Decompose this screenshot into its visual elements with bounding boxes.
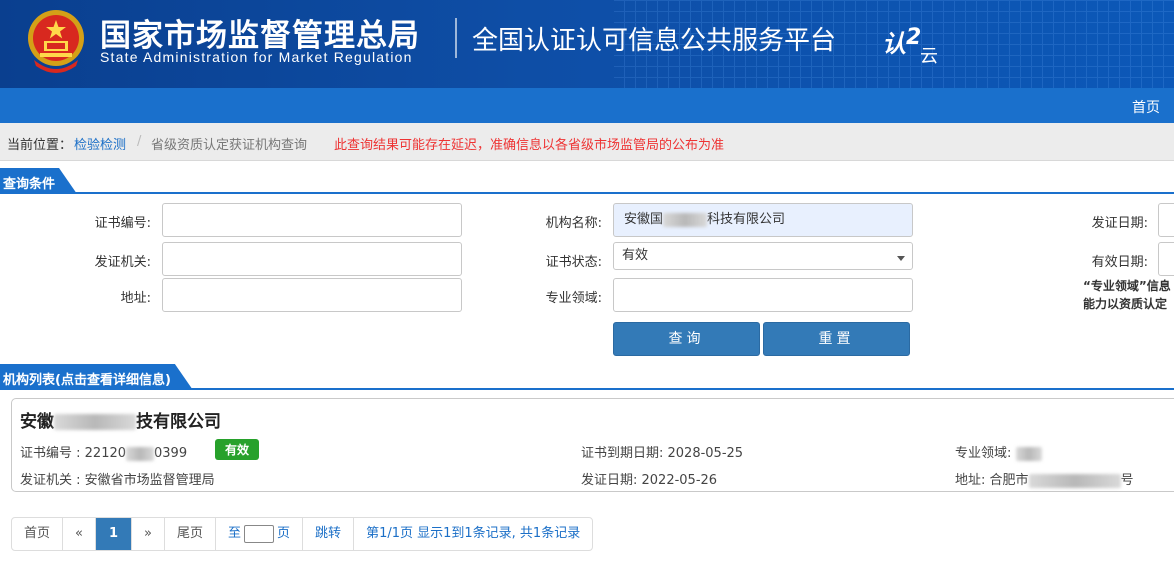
breadcrumb-link-inspection[interactable]: 检验检测 — [74, 134, 126, 153]
status-select-value: 有效 — [622, 248, 649, 263]
org-name-value-suffix: 科技有限公司 — [707, 212, 786, 227]
field-note-line2: 能力以资质认定 — [1083, 297, 1168, 311]
cert-no-input[interactable] — [162, 203, 462, 237]
reset-button[interactable]: 重置 — [763, 322, 910, 356]
breadcrumb-current: 省级资质认定获证机构查询 — [151, 138, 308, 153]
national-emblem-icon — [28, 10, 84, 73]
valid-date-input[interactable] — [1158, 242, 1174, 276]
org-name-input[interactable]: 安徽国 科技有限公司 — [613, 203, 913, 237]
pager-jump-button[interactable]: 跳转 — [303, 518, 355, 550]
result-issuer: 发证机关 : 安徽省市场监督管理局 — [20, 469, 215, 488]
field-label: 专业领域: — [545, 291, 602, 306]
result-issue-date-label: 发证日期: — [581, 473, 642, 488]
result-org-suffix: 技有限公司 — [136, 412, 221, 432]
result-issue-date: 发证日期: 2022-05-26 — [581, 469, 717, 488]
result-issuer-value: 安徽省市场监督管理局 — [84, 473, 215, 488]
svg-text:认: 认 — [882, 30, 906, 58]
platform-title: 全国认证认可信息公共服务平台 — [472, 26, 837, 56]
result-field: 专业领域: — [955, 442, 1042, 461]
result-cert-no-suffix: 0399 — [154, 446, 188, 461]
result-expiry-label: 证书到期日期: — [581, 446, 668, 461]
status-badge: 有效 — [215, 439, 260, 460]
result-address: 地址: 合肥市 号 — [955, 469, 1134, 488]
delay-warning: 此查询结果可能存在延迟，准确信息以各省级市场监管局的公布为准 — [334, 138, 725, 153]
result-address-prefix: 合肥市 — [989, 473, 1029, 488]
redacted-mask — [663, 212, 708, 227]
nav-home-link[interactable]: 首页 — [1132, 97, 1160, 117]
renyun-logo: 认 2 云 — [882, 25, 938, 66]
pager-summary: 第1/1页 显示1到1条记录, 共1条记录 — [366, 526, 581, 541]
result-field-label: 专业领域: — [955, 446, 1016, 461]
result-cert-no: 证书编号 : 22120 0399 — [20, 442, 187, 461]
result-org-prefix: 安徽 — [20, 412, 54, 432]
org-name-value-prefix: 安徽国 — [624, 212, 664, 227]
breadcrumb: 当前位置： 检验检测 / 省级资质认定获证机构查询 此查询结果可能存在延迟，准确… — [0, 123, 1174, 161]
pager-first[interactable]: 首页 — [12, 518, 64, 550]
result-cert-no-label: 证书编号 : — [20, 446, 85, 461]
pager-next[interactable]: » — [132, 518, 165, 550]
pager-goto-suffix: 页 — [277, 526, 291, 541]
top-nav: 首页 — [0, 88, 1174, 123]
result-address-suffix: 号 — [1120, 473, 1134, 488]
valid-date-label: 有效日期: — [1091, 255, 1148, 270]
issue-date-label: 发证日期: — [1091, 216, 1148, 231]
site-header: 国家市场监督管理总局 State Administration for Mark… — [0, 0, 1174, 88]
pager-page-1[interactable]: 1 — [95, 518, 133, 550]
address-input[interactable] — [162, 278, 462, 312]
result-card[interactable]: 安徽 技有限公司 证书编号 : 22120 0399 有效 证书到期日期: 2028… — [11, 398, 1174, 492]
pagination: 首页 « 1 » 尾页 至页 跳转 第1/1页 显示1到1条记录, 共1条记录 — [11, 517, 594, 551]
pager-prev[interactable]: « — [63, 518, 96, 550]
pager-last[interactable]: 尾页 — [165, 518, 217, 550]
result-issuer-label: 发证机关 : — [20, 473, 85, 488]
redacted-mask — [54, 414, 136, 430]
issuer-label: 发证机关: — [94, 255, 151, 270]
result-expiry: 证书到期日期: 2028-05-25 — [581, 442, 743, 461]
issuer-input[interactable] — [162, 242, 462, 276]
results-section-header: 机构列表(点击查看详细信息) — [0, 361, 1174, 390]
result-cert-no-prefix: 22120 — [84, 446, 127, 461]
result-address-label: 地址: — [955, 473, 990, 488]
redacted-mask — [1015, 446, 1042, 461]
result-issue-date-value: 2022-05-26 — [641, 473, 718, 488]
pager-goto: 至页 — [216, 518, 304, 550]
breadcrumb-separator: / — [137, 134, 142, 149]
header-divider — [455, 18, 457, 58]
goto-page-input[interactable] — [244, 524, 275, 543]
cert-no-label: 证书编号: — [94, 216, 151, 231]
query-section-header: 查询条件 — [0, 165, 1174, 194]
org-name-label: 机构名称: — [545, 216, 602, 231]
result-org-name: 安徽 技有限公司 — [20, 407, 221, 432]
field-note-line1: “专业领域”信息 — [1083, 279, 1171, 293]
redacted-mask — [126, 446, 155, 461]
breadcrumb-label: 当前位置： — [7, 138, 73, 153]
status-select[interactable]: 有效 — [613, 242, 913, 270]
redacted-mask — [1028, 473, 1121, 488]
org-name-en: State Administration for Market Regulati… — [100, 49, 413, 65]
field-input[interactable] — [613, 278, 913, 312]
chevron-down-icon — [897, 256, 905, 261]
address-label: 地址: — [120, 291, 151, 306]
result-expiry-value: 2028-05-25 — [667, 446, 744, 461]
svg-text:云: 云 — [920, 46, 938, 66]
status-label: 证书状态: — [545, 255, 602, 270]
issue-date-input[interactable] — [1158, 203, 1174, 237]
pager-goto-prefix: 至 — [228, 526, 242, 541]
results-section-title: 机构列表(点击查看详细信息) — [0, 364, 193, 390]
search-button[interactable]: 查询 — [613, 322, 760, 356]
query-section-title: 查询条件 — [0, 168, 77, 194]
